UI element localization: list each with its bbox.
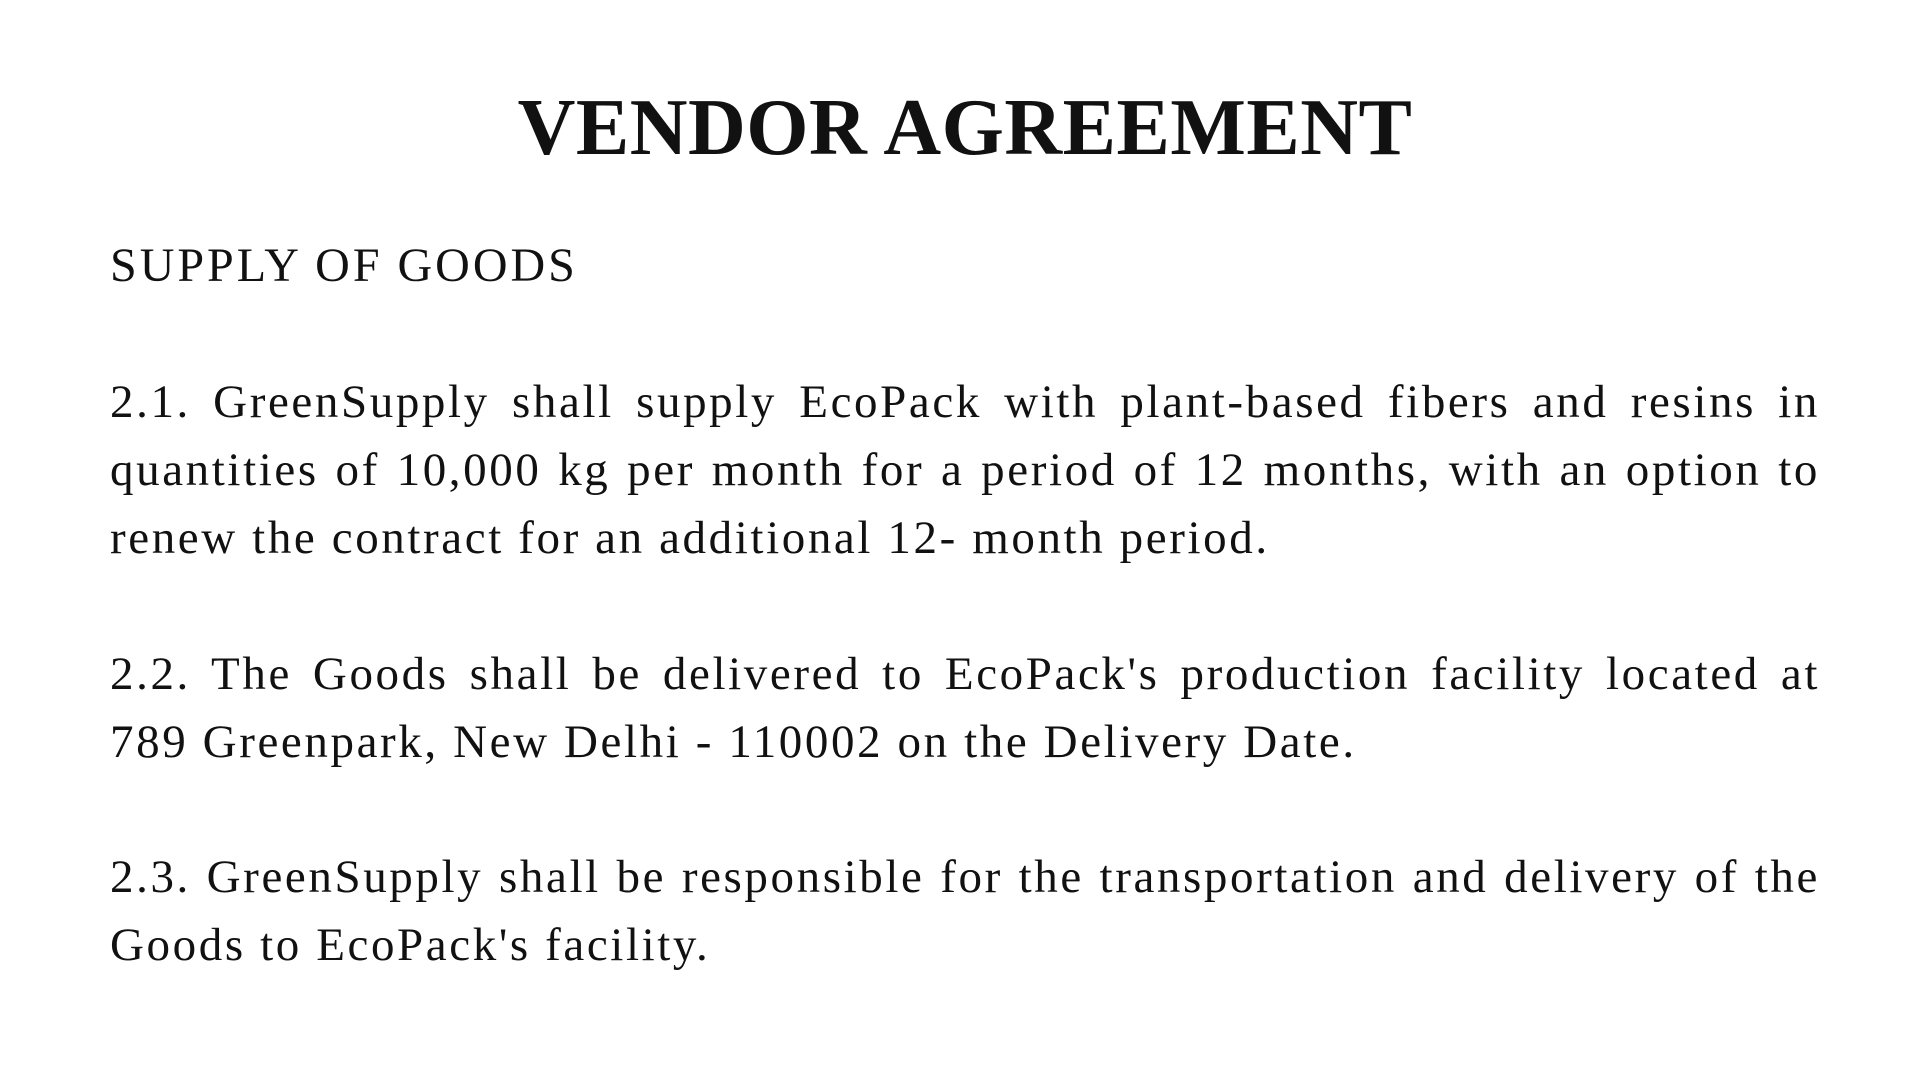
- clause-2-3: 2.3. GreenSupply shall be responsible fo…: [110, 851, 1820, 971]
- clause-2-2: 2.2. The Goods shall be delivered to Eco…: [110, 648, 1820, 768]
- document-title: VENDOR AGREEMENT: [517, 84, 1413, 172]
- section-heading: SUPPLY OF GOODS: [110, 239, 578, 292]
- clause-2-1: 2.1. GreenSupply shall supply EcoPack wi…: [110, 376, 1820, 564]
- document-page: VENDOR AGREEMENT SUPPLY OF GOODS 2.1. Gr…: [110, 0, 1820, 1080]
